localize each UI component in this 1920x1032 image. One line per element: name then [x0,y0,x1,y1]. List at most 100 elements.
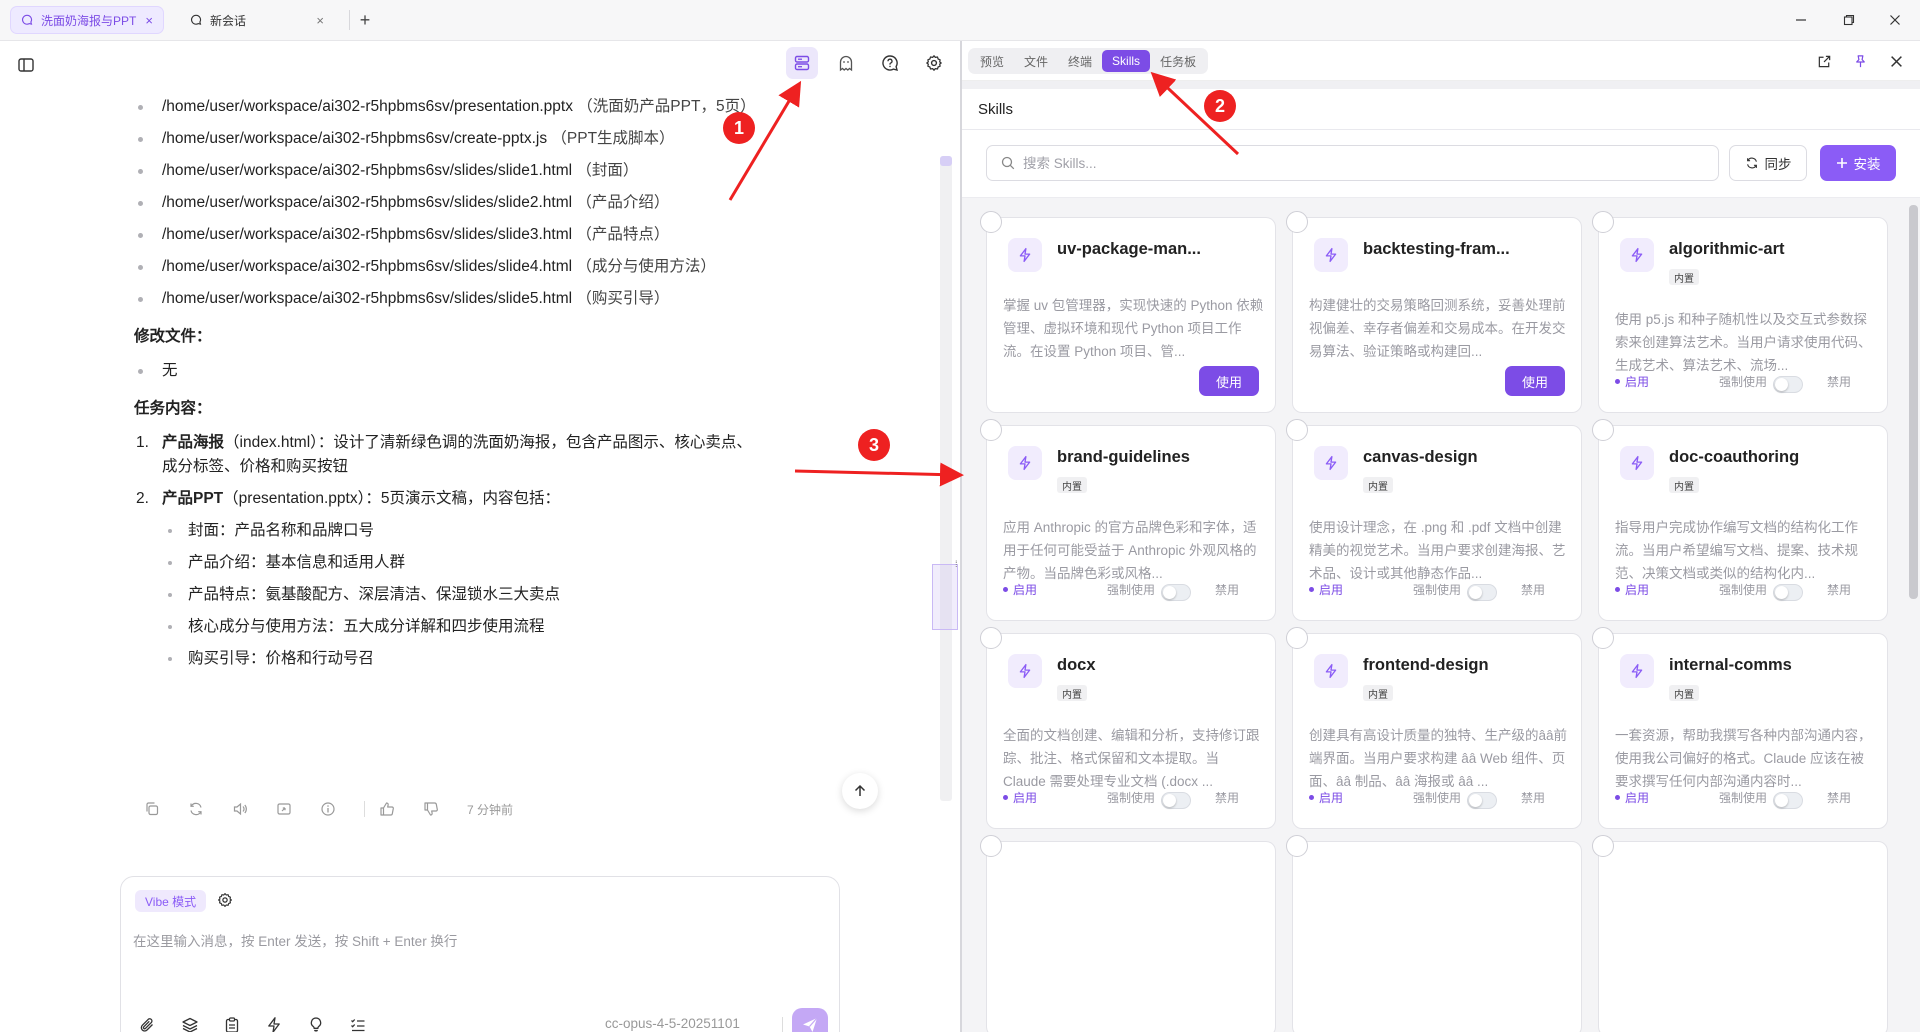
file-path[interactable]: /home/user/workspace/ai302-r5hpbms6sv/sl… [162,258,572,275]
file-path[interactable]: /home/user/workspace/ai302-r5hpbms6sv/sl… [162,290,572,307]
skill-card[interactable]: brand-guidelines 内置 应用 Anthropic 的官方品牌色彩… [980,419,1276,621]
settings-button[interactable] [918,47,950,79]
force-use-toggle[interactable] [1467,584,1497,601]
skill-card[interactable]: canvas-design 内置 使用设计理念，在 .png 和 .pdf 文档… [1286,419,1582,621]
sidebar-toggle-button[interactable] [10,49,42,81]
tab-files[interactable]: 文件 [1014,50,1058,72]
skill-card[interactable]: internal-comms 内置 一套资源，帮助我撰写各种内部沟通内容，使用我… [1592,627,1888,829]
tab-poster-ppt[interactable]: 洗面奶海报与PPT × [10,6,164,34]
help-button[interactable] [874,47,906,79]
close-icon[interactable]: × [316,13,324,28]
select-radio[interactable] [1286,211,1308,233]
select-radio[interactable] [1286,835,1308,857]
file-path[interactable]: /home/user/workspace/ai302-r5hpbms6sv/sl… [162,194,572,211]
skills-scrollbar-thumb[interactable] [1909,205,1918,599]
layers-icon[interactable] [181,1016,199,1032]
dislike-button[interactable] [423,801,467,817]
clipboard-icon[interactable] [223,1016,241,1032]
skill-card[interactable]: algorithmic-art 内置 使用 p5.js 和种子随机性以及交互式参… [1592,211,1888,413]
tab-new-chat[interactable]: 新会话 × [180,6,334,34]
select-radio[interactable] [980,627,1002,649]
select-radio[interactable] [1592,419,1614,441]
select-radio[interactable] [1286,627,1308,649]
status-enabled[interactable]: 启用 [1003,789,1037,806]
tab-taskboard[interactable]: 任务板 [1150,50,1206,72]
share-button[interactable] [276,801,320,817]
select-radio[interactable] [1592,627,1614,649]
force-use-toggle[interactable] [1773,584,1803,601]
panel-toggle-button[interactable] [786,47,818,79]
status-enabled[interactable]: 启用 [1309,789,1343,806]
select-radio[interactable] [980,835,1002,857]
use-skill-button[interactable]: 使用 [1199,366,1259,396]
force-use-toggle[interactable] [1467,792,1497,809]
lightning-icon[interactable] [265,1016,283,1032]
skill-card[interactable]: doc-coauthoring 内置 指导用户完成协作编写文档的结构化工作流。当… [1592,419,1888,621]
select-radio[interactable] [1286,419,1308,441]
regenerate-button[interactable] [188,801,232,817]
ghost-button[interactable] [830,47,862,79]
checklist-icon[interactable] [349,1016,367,1032]
pin-button[interactable] [1851,52,1869,70]
chat-scrollbar-thumb[interactable] [940,156,952,166]
file-path[interactable]: /home/user/workspace/ai302-r5hpbms6sv/sl… [162,162,572,179]
add-tab-button[interactable]: + [353,6,377,34]
send-button[interactable] [792,1008,828,1032]
force-use-toggle[interactable] [1161,792,1191,809]
open-external-button[interactable] [1815,52,1833,70]
status-enabled[interactable]: 启用 [1615,373,1649,390]
copy-button[interactable] [144,801,188,817]
status-enabled[interactable]: 启用 [1309,581,1343,598]
skill-card[interactable] [980,835,1276,1032]
tab-skills[interactable]: Skills [1102,50,1151,72]
close-panel-button[interactable] [1887,52,1905,70]
skill-card[interactable]: uv-package-man... 掌握 uv 包管理器，实现快速的 Pytho… [980,211,1276,413]
file-path[interactable]: /home/user/workspace/ai302-r5hpbms6sv/sl… [162,226,572,243]
like-button[interactable] [379,801,423,817]
disable-button[interactable]: 禁用 [1827,581,1851,598]
message-input[interactable]: 在这里输入消息，按 Enter 发送，按 Shift + Enter 换行 [133,930,457,950]
skill-card[interactable] [1592,835,1888,1032]
file-path[interactable]: /home/user/workspace/ai302-r5hpbms6sv/cr… [162,130,547,147]
disable-button[interactable]: 禁用 [1521,789,1545,806]
status-enabled[interactable]: 启用 [1003,581,1037,598]
select-radio[interactable] [980,419,1002,441]
force-use-toggle[interactable] [1773,376,1803,393]
skill-card[interactable]: backtesting-fram... 构建健壮的交易策略回测系统，妥善处理前视… [1286,211,1582,413]
tab-preview[interactable]: 预览 [970,50,1014,72]
force-use-toggle[interactable] [1161,584,1191,601]
select-radio[interactable] [1592,211,1614,233]
disable-button[interactable]: 禁用 [1215,789,1239,806]
skill-card[interactable]: frontend-design 内置 创建具有高设计质量的独特、生产级的ââ前端… [1286,627,1582,829]
window-close-button[interactable] [1872,6,1918,34]
use-skill-button[interactable]: 使用 [1505,366,1565,396]
attachment-icon[interactable] [139,1016,157,1032]
skill-card[interactable] [1286,835,1582,1032]
disable-button[interactable]: 禁用 [1827,373,1851,390]
chat-scrollbar[interactable] [940,156,952,801]
model-selector[interactable]: cc-opus-4-5-20251101 [605,1016,740,1031]
disable-button[interactable]: 禁用 [1827,789,1851,806]
status-enabled[interactable]: 启用 [1615,581,1649,598]
status-enabled[interactable]: 启用 [1615,789,1649,806]
select-radio[interactable] [1592,835,1614,857]
composer-settings-button[interactable] [217,892,233,911]
restore-button[interactable] [1826,6,1872,34]
disable-button[interactable]: 禁用 [1521,581,1545,598]
file-path[interactable]: /home/user/workspace/ai302-r5hpbms6sv/pr… [162,98,573,115]
close-icon[interactable]: × [145,13,153,28]
search-input[interactable] [1023,155,1663,171]
skill-card[interactable]: docx 内置 全面的文档创建、编辑和分析，支持修订跟踪、批注、格式保留和文本提… [980,627,1276,829]
minimize-button[interactable] [1778,6,1824,34]
info-button[interactable] [320,801,364,817]
tab-terminal[interactable]: 终端 [1058,50,1102,72]
force-use-toggle[interactable] [1773,792,1803,809]
read-aloud-button[interactable] [232,801,276,817]
disable-button[interactable]: 禁用 [1215,581,1239,598]
minimap-viewport[interactable] [932,564,958,630]
install-button[interactable]: 安装 [1820,145,1896,181]
scroll-to-top-button[interactable] [842,773,878,809]
sync-button[interactable]: 同步 [1729,145,1807,181]
select-radio[interactable] [980,211,1002,233]
lightbulb-icon[interactable] [307,1016,325,1032]
